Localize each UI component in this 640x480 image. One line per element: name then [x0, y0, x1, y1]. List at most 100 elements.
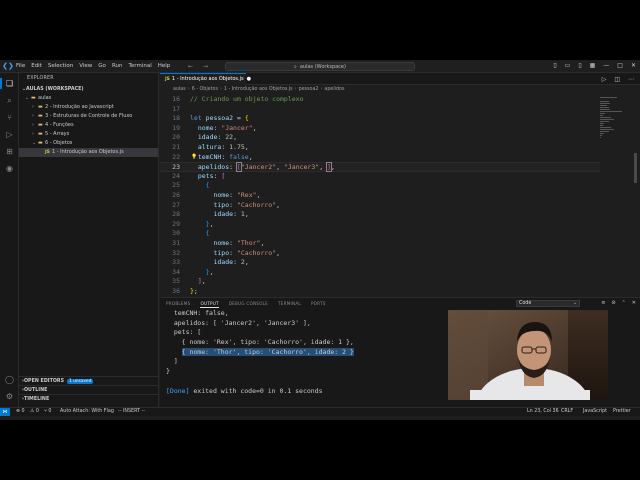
- customize-layout-icon[interactable]: ▦: [590, 62, 596, 69]
- remote-indicator-icon[interactable]: ⋈: [0, 408, 10, 416]
- settings-gear-icon[interactable]: ⚙: [4, 391, 15, 402]
- auto-attach-status[interactable]: Auto Attach: With Flag: [60, 408, 114, 416]
- outline-section-label: OUTLINE: [23, 388, 48, 393]
- cursor-position[interactable]: Ln 23, Col 36: [527, 408, 559, 416]
- breadcrumb-item[interactable]: 1 - Introdução aos Objetos.js: [224, 87, 293, 92]
- menu-item-go[interactable]: Go: [98, 63, 106, 69]
- line-code: temCNH: false,: [190, 153, 253, 163]
- layout-secondary-icon[interactable]: ▯: [578, 62, 581, 69]
- menu-item-file[interactable]: File: [16, 63, 25, 69]
- tab-problems[interactable]: PROBLEMS: [166, 301, 190, 308]
- back-arrow-icon[interactable]: ←: [188, 63, 193, 70]
- tree-item[interactable]: ⌄ ▬ aulas: [19, 94, 158, 103]
- webcam-overlay: [448, 310, 608, 400]
- prettier-status[interactable]: Prettier: [613, 408, 631, 416]
- menu-item-view[interactable]: View: [79, 63, 92, 69]
- tree-item-label: 3 - Estruturas de Controle de Fluxo: [45, 113, 133, 119]
- code-line[interactable]: 34 },: [160, 268, 600, 278]
- tab-debug-console[interactable]: DEBUG CONSOLE: [229, 301, 268, 308]
- code-line[interactable]: 28 idade: 1,: [160, 210, 600, 220]
- workspace-header[interactable]: ⌄AULAS (WORKSPACE): [19, 85, 158, 94]
- run-debug-icon[interactable]: ▷: [4, 129, 15, 140]
- forward-arrow-icon[interactable]: →: [203, 63, 208, 70]
- run-code-icon[interactable]: ▷: [602, 76, 607, 83]
- lightbulb-icon[interactable]: 💡: [191, 154, 197, 160]
- tree-item[interactable]: › ▬ 3 - Estruturas de Controle de Fluxo: [19, 112, 158, 121]
- code-line[interactable]: 21 altura: 1.75,: [160, 143, 600, 153]
- code-editor[interactable]: 16 // Criando um objeto complexo 17 18 let p…: [160, 95, 600, 297]
- more-actions-icon[interactable]: ⋯: [628, 76, 634, 83]
- outline-section[interactable]: ›OUTLINE: [19, 385, 159, 394]
- code-line[interactable]: 32 tipo: "Cachorro",: [160, 249, 600, 259]
- menu-item-terminal[interactable]: Terminal: [128, 63, 151, 69]
- layout-sidebar-icon[interactable]: ▯: [553, 62, 556, 69]
- explorer-icon[interactable]: ❏: [0, 78, 15, 89]
- breadcrumb-item[interactable]: aulas: [173, 87, 186, 92]
- minimap[interactable]: [600, 95, 632, 295]
- code-line[interactable]: 35 ],: [160, 277, 600, 287]
- account-icon[interactable]: ◯: [4, 374, 15, 385]
- maximize-panel-icon[interactable]: ⌃: [622, 300, 626, 306]
- code-line[interactable]: 16 // Criando um objeto complexo: [160, 95, 600, 105]
- maximize-icon[interactable]: □: [617, 62, 623, 69]
- tab-ports[interactable]: PORTS: [311, 301, 326, 308]
- tree-item[interactable]: JS 1 - Introdução aos Objetos.js: [19, 148, 158, 157]
- code-line[interactable]: 23 apelidos: ["Jancer2", "Jancer3", ],: [160, 162, 600, 173]
- line-ending[interactable]: CRLF: [561, 408, 573, 416]
- code-line[interactable]: 33 idade: 2,: [160, 258, 600, 268]
- code-line[interactable]: 25 {: [160, 181, 600, 191]
- menu-item-run[interactable]: Run: [112, 63, 123, 69]
- tree-item[interactable]: › ▬ 4 - Funções: [19, 121, 158, 130]
- errors-count[interactable]: ⊗ 0: [16, 408, 25, 416]
- close-panel-icon[interactable]: ✕: [632, 300, 636, 306]
- lock-scroll-icon[interactable]: ≡: [601, 300, 605, 306]
- code-line[interactable]: 29 },: [160, 220, 600, 230]
- code-line[interactable]: 26 nome: "Rex",: [160, 191, 600, 201]
- code-line[interactable]: 22 temCNH: false,: [160, 153, 600, 163]
- ports-count[interactable]: ⑂ 0: [44, 408, 51, 416]
- code-line[interactable]: 18 let pessoa2 = {: [160, 114, 600, 124]
- layout-panel-icon[interactable]: ▭: [565, 62, 571, 69]
- editor-scrollbar[interactable]: [634, 153, 637, 183]
- split-editor-icon[interactable]: ◫: [614, 76, 620, 83]
- code-line[interactable]: 20 idade: 22,: [160, 133, 600, 143]
- tab-output[interactable]: OUTPUT: [200, 301, 219, 308]
- unsaved-dot-icon[interactable]: ●: [247, 76, 251, 82]
- breadcrumb-item[interactable]: pessoa2: [299, 87, 319, 92]
- menu-item-help[interactable]: Help: [158, 63, 171, 69]
- vim-mode: -- INSERT --: [118, 409, 145, 414]
- menu-item-edit[interactable]: Edit: [31, 63, 42, 69]
- code-line[interactable]: 17: [160, 105, 600, 115]
- code-line[interactable]: 27 tipo: "Cachorro",: [160, 201, 600, 211]
- warnings-count[interactable]: ⚠ 0: [30, 408, 39, 416]
- tab-terminal[interactable]: TERMINAL: [278, 301, 301, 308]
- minimize-icon[interactable]: —: [603, 62, 609, 69]
- breadcrumb-item[interactable]: 6 - Objetos: [192, 87, 218, 92]
- code-line[interactable]: 24 pets: [: [160, 172, 600, 182]
- timeline-section[interactable]: ›TIMELINE: [19, 394, 159, 403]
- language-mode[interactable]: JavaScript: [583, 408, 607, 416]
- tree-item[interactable]: › ▬ 2 - Introdução ao Javascript: [19, 103, 158, 112]
- tab-introducao-objetos[interactable]: JS 1 - Introdução aos Objetos.js ●: [160, 73, 251, 85]
- line-code: tipo: "Cachorro",: [190, 201, 280, 211]
- code-line[interactable]: 36};: [160, 287, 600, 297]
- open-editors-section[interactable]: ›OPEN EDITORS 1 unsaved: [19, 376, 159, 385]
- remote-explorer-icon[interactable]: ◉: [4, 163, 15, 174]
- command-center-search[interactable]: ⌕ aulas (Workspace): [225, 62, 415, 71]
- breadcrumb-item[interactable]: apelidos: [324, 87, 344, 92]
- output-channel-select[interactable]: Code ⌄: [516, 300, 580, 307]
- menu-item-selection[interactable]: Selection: [48, 63, 73, 69]
- tree-item[interactable]: ⌄ ▬ 6 - Objetos: [19, 139, 158, 148]
- code-line[interactable]: 19 nome: "Jancer",: [160, 124, 600, 134]
- clear-output-icon[interactable]: ⊘: [611, 300, 615, 306]
- source-control-icon[interactable]: ⑂: [4, 112, 15, 123]
- code-line[interactable]: 30 {: [160, 229, 600, 239]
- close-icon[interactable]: ✕: [631, 62, 636, 69]
- code-line[interactable]: 31 nome: "Thor",: [160, 239, 600, 249]
- extensions-icon[interactable]: ⊞: [4, 146, 15, 157]
- output-line: { nome: 'Thor', tipo: 'Cachorro', idade:…: [166, 347, 354, 358]
- search-view-icon[interactable]: ⌕: [4, 95, 15, 106]
- tree-item[interactable]: › ▬ 5 - Arrays: [19, 130, 158, 139]
